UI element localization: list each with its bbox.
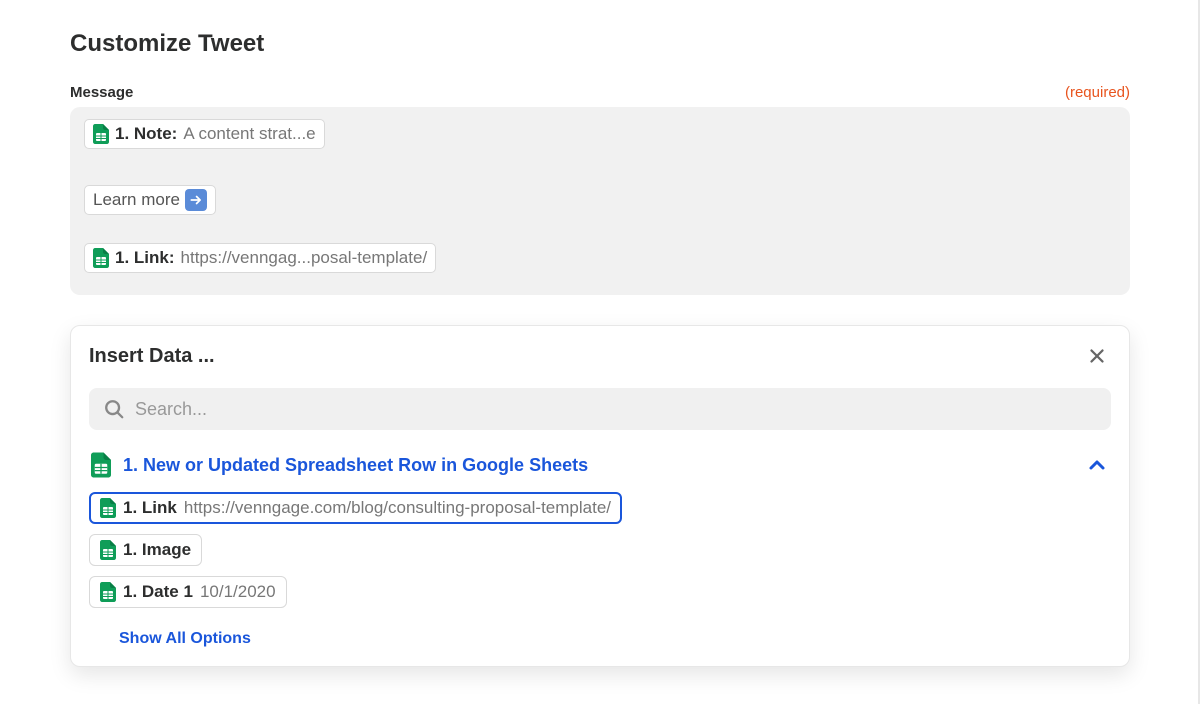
customize-tweet-section: Customize Tweet Message (required) 1. No… [0, 0, 1200, 295]
insert-data-panel: Insert Data ... 1. New or Updated Spread… [70, 325, 1130, 667]
data-item-image[interactable]: 1. Image [89, 534, 202, 566]
google-sheets-icon [100, 498, 116, 518]
search-box[interactable] [89, 388, 1111, 430]
message-input-area[interactable]: 1. Note: A content strat...e Learn more … [70, 107, 1130, 295]
arrow-right-icon [185, 189, 207, 211]
close-button[interactable] [1083, 342, 1111, 370]
data-item-date[interactable]: 1. Date 1 10/1/2020 [89, 576, 287, 608]
show-all-options-link[interactable]: Show All Options [119, 630, 251, 648]
google-sheets-icon [100, 540, 116, 560]
learn-more-pill[interactable]: Learn more [84, 185, 216, 215]
learn-more-text: Learn more [93, 190, 180, 210]
close-icon [1086, 345, 1108, 367]
item-value: https://venngage.com/blog/consulting-pro… [184, 498, 611, 518]
chevron-up-icon[interactable] [1085, 453, 1109, 477]
item-value: 10/1/2020 [200, 582, 276, 602]
panel-title: Insert Data ... [89, 345, 215, 368]
link-prefix: 1. Link: [115, 248, 175, 268]
note-prefix: 1. Note: [115, 124, 177, 144]
field-label-row: Message (required) [70, 84, 1130, 101]
search-input[interactable] [135, 399, 1097, 420]
note-pill[interactable]: 1. Note: A content strat...e [84, 119, 325, 149]
panel-header: Insert Data ... [89, 342, 1111, 370]
item-label: 1. Link [123, 498, 177, 518]
required-indicator: (required) [1065, 84, 1130, 101]
data-source-row[interactable]: 1. New or Updated Spreadsheet Row in Goo… [89, 452, 1111, 478]
message-label: Message [70, 84, 133, 101]
source-title: 1. New or Updated Spreadsheet Row in Goo… [123, 455, 588, 476]
link-value: https://venngag...posal-template/ [181, 248, 428, 268]
note-value: A content strat...e [183, 124, 315, 144]
google-sheets-icon [100, 582, 116, 602]
section-title: Customize Tweet [70, 30, 1130, 58]
google-sheets-icon [91, 452, 111, 478]
item-label: 1. Date 1 [123, 582, 193, 602]
data-item-link[interactable]: 1. Link https://venngage.com/blog/consul… [89, 492, 622, 524]
google-sheets-icon [93, 248, 109, 268]
link-pill[interactable]: 1. Link: https://venngag...posal-templat… [84, 243, 436, 273]
item-label: 1. Image [123, 540, 191, 560]
search-icon [103, 398, 125, 420]
google-sheets-icon [93, 124, 109, 144]
